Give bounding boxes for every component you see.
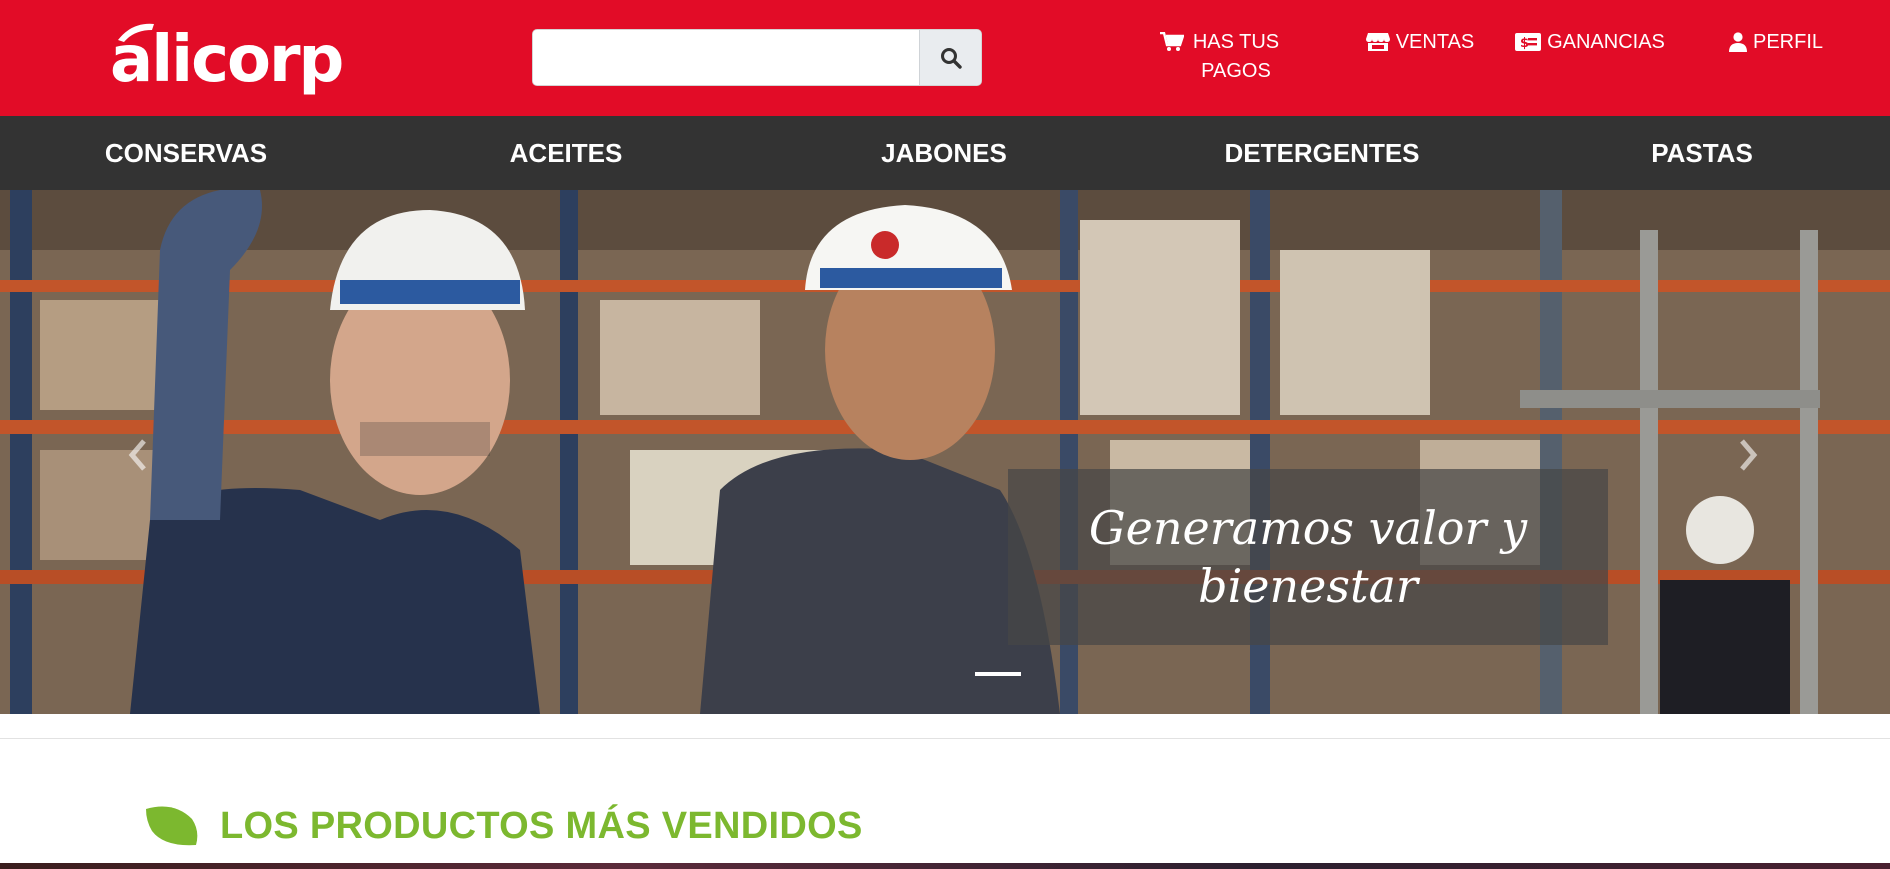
- carousel-indicator-active[interactable]: [975, 672, 1021, 676]
- section-title: LOS PRODUCTOS MÁS VENDIDOS: [220, 804, 863, 847]
- hero-carousel: Generamos valor y bienestar: [0, 190, 1890, 714]
- nav-label: VENTAS: [1395, 31, 1475, 53]
- alicorp-logo[interactable]: alicorp: [110, 20, 362, 96]
- chevron-left-icon: [128, 439, 146, 471]
- logo-text: alicorp: [110, 23, 344, 97]
- nav-label: HAS TUS PAGOS: [1192, 31, 1280, 82]
- search-bar: [532, 29, 982, 86]
- category-detergentes[interactable]: DETERGENTES: [1222, 116, 1422, 190]
- nav-ventas[interactable]: VENTAS: [1350, 28, 1490, 57]
- best-sellers-header: LOS PRODUCTOS MÁS VENDIDOS: [144, 800, 863, 852]
- carousel-caption-box: Generamos valor y bienestar: [1008, 469, 1608, 645]
- carousel-next-button[interactable]: [1728, 430, 1768, 480]
- carousel-prev-button[interactable]: [118, 430, 158, 480]
- product-strip-edge: [0, 863, 1890, 869]
- leaf-icon: [146, 806, 198, 846]
- nav-label: GANANCIAS: [1547, 31, 1665, 53]
- category-pastas[interactable]: PASTAS: [1602, 116, 1802, 190]
- category-aceites[interactable]: ACEITES: [466, 116, 666, 190]
- shopping-cart-icon: [1160, 32, 1184, 51]
- user-icon: [1728, 32, 1747, 52]
- top-header: alicorp HAS TUS PAGOS VENTAS $ GANANCIAS…: [0, 0, 1890, 116]
- money-bill-icon: $: [1515, 33, 1542, 51]
- nav-label: PERFIL: [1752, 31, 1824, 53]
- search-button[interactable]: [919, 30, 981, 85]
- chevron-right-icon: [1740, 439, 1758, 471]
- nav-ganancias[interactable]: $ GANANCIAS: [1515, 28, 1665, 57]
- store-icon: [1365, 33, 1390, 51]
- nav-has-tus-pagos[interactable]: HAS TUS PAGOS: [1160, 28, 1282, 86]
- search-input[interactable]: [533, 30, 919, 85]
- nav-perfil[interactable]: PERFIL: [1725, 28, 1827, 57]
- carousel-caption: Generamos valor y bienestar: [1088, 501, 1528, 613]
- search-icon: [940, 47, 962, 69]
- category-conservas[interactable]: CONSERVAS: [86, 116, 286, 190]
- category-jabones[interactable]: JABONES: [844, 116, 1044, 190]
- section-divider: [0, 738, 1890, 739]
- category-nav: CONSERVAS ACEITES JABONES DETERGENTES PA…: [0, 116, 1890, 190]
- svg-text:$: $: [1520, 36, 1529, 51]
